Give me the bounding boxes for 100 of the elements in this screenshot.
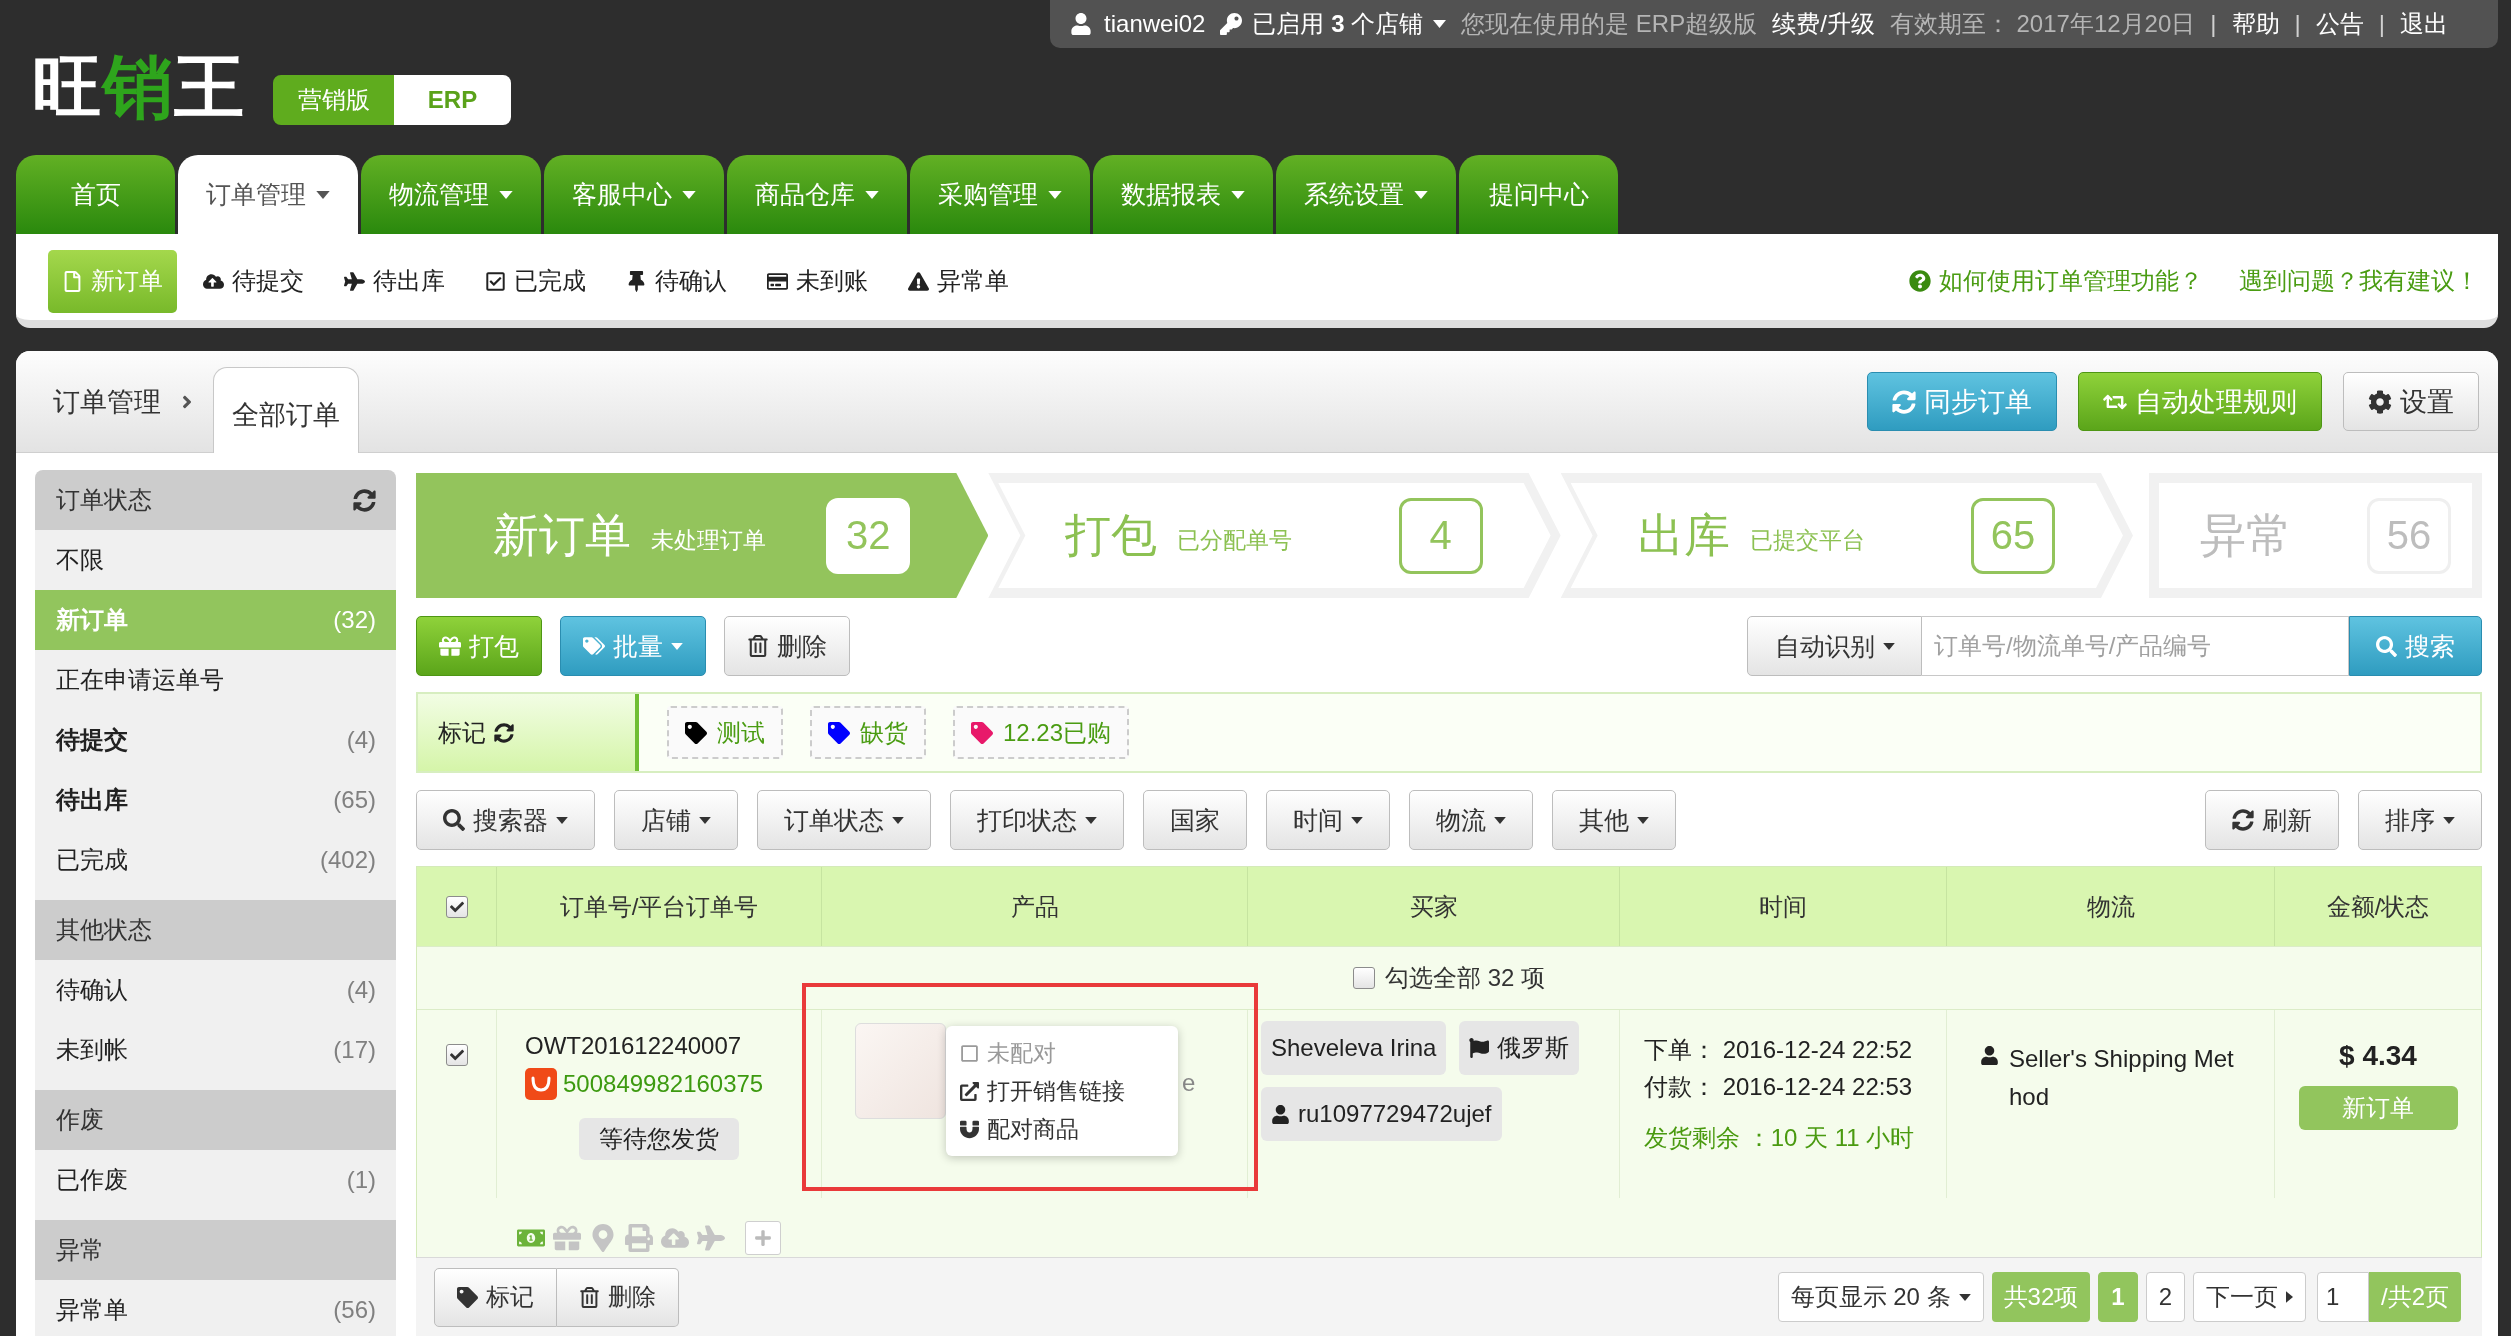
- credit-card-icon: [767, 270, 788, 292]
- filter-dropdown[interactable]: 其他: [1552, 790, 1676, 850]
- sidebar-item[interactable]: 待提交 (4): [35, 710, 396, 770]
- separator: |: [2294, 10, 2301, 38]
- group-title: 异常: [56, 1235, 104, 1265]
- breadcrumb-link[interactable]: 订单管理: [53, 383, 161, 420]
- sidebar-item[interactable]: 已完成 (402): [35, 830, 396, 890]
- caret-icon: [1958, 1293, 1971, 1301]
- sidebar-item[interactable]: 正在申请运单号: [35, 650, 396, 710]
- add-button[interactable]: [745, 1221, 781, 1255]
- separator: |: [2210, 10, 2217, 38]
- sidebar-item[interactable]: 待出库 (65): [35, 770, 396, 830]
- subnav-tab[interactable]: 待提交: [189, 249, 318, 313]
- bulk-action-button[interactable]: 标记: [434, 1267, 557, 1327]
- column-header: 买家: [1409, 891, 1458, 922]
- select-all-label: 勾选全部 32 项: [1385, 963, 1545, 993]
- sidebar-item[interactable]: 已作废 (1): [35, 1150, 396, 1210]
- gift-icon[interactable]: [553, 1224, 581, 1252]
- order-number: OWT201612240007: [525, 1032, 743, 1060]
- step-count: 56: [2367, 497, 2451, 574]
- search-mode-dropdown[interactable]: 自动识别: [1747, 616, 1922, 676]
- next-page-button[interactable]: 下一页: [2193, 1272, 2306, 1322]
- filter-dropdown[interactable]: 国家: [1143, 790, 1247, 850]
- account-info: 您现在使用的是 ERP超级版: [1461, 9, 1758, 39]
- checkbox[interactable]: [1353, 967, 1375, 989]
- column-header: 物流: [2086, 891, 2135, 922]
- refresh-icon[interactable]: [353, 488, 376, 512]
- subnav-tab[interactable]: 异常单: [894, 249, 1023, 313]
- step-subtitle: 未处理订单: [651, 526, 766, 555]
- check-icon: [449, 1048, 464, 1062]
- menu-item[interactable]: 打开销售链接: [960, 1072, 1164, 1110]
- page-input[interactable]: 1: [2317, 1272, 2369, 1322]
- step-title: 异常: [2200, 507, 2292, 563]
- plus-icon: [754, 1229, 772, 1247]
- status-badge: 新订单: [2298, 1086, 2458, 1130]
- subnav-tab[interactable]: 未到账: [753, 249, 882, 313]
- page-number[interactable]: 2: [2145, 1272, 2185, 1322]
- stores-dropdown[interactable]: 已启用 3 个店铺: [1220, 8, 1447, 40]
- filter-dropdown[interactable]: 排序: [2358, 790, 2482, 850]
- caret-right-icon: [2286, 1291, 2293, 1303]
- account-link[interactable]: 续费/升级: [1772, 8, 1875, 40]
- shipping-method: Seller's Shipping Method: [2009, 1044, 2235, 1112]
- step-title: 新订单: [493, 507, 631, 563]
- subnav-tab[interactable]: 待确认: [612, 249, 741, 313]
- filter-dropdown[interactable]: 搜索器: [416, 790, 595, 850]
- order-amount: $ 4.34: [2339, 1040, 2417, 1072]
- account-link[interactable]: 帮助: [2231, 8, 2280, 40]
- filter-dropdown[interactable]: 时间: [1266, 790, 1390, 850]
- user-icon: [1271, 1104, 1290, 1124]
- app-logo: 旺销王: [32, 52, 245, 122]
- tags-icon: [583, 635, 605, 657]
- refresh-icon[interactable]: [494, 722, 514, 743]
- filter-dropdown[interactable]: 店铺: [614, 790, 738, 850]
- payment-time: 付款： 2016-12-24 22:53: [1644, 1072, 1914, 1102]
- buyer-country: 俄罗斯: [1459, 1021, 1580, 1075]
- caret-icon: [1882, 642, 1895, 650]
- user-icon: [1070, 13, 1093, 35]
- printer-icon[interactable]: [625, 1224, 653, 1252]
- key-icon: [1220, 13, 1243, 35]
- sidebar-item[interactable]: 异常单 (56): [35, 1280, 396, 1336]
- page-size-dropdown[interactable]: 每页显示 20 条: [1777, 1272, 1984, 1322]
- column-header: 金额/状态: [2326, 891, 2430, 922]
- buyer-account: ru1097729472ujef: [1261, 1087, 1502, 1141]
- nav-tab[interactable]: 首页: [16, 155, 175, 234]
- document-icon: [62, 270, 83, 292]
- sidebar-item[interactable]: 不限: [35, 530, 396, 590]
- nav-tab[interactable]: 订单管理: [178, 155, 358, 234]
- product-title: e: [1182, 1069, 1196, 1097]
- filter-dropdown[interactable]: 打印状态: [950, 790, 1124, 850]
- menu-item[interactable]: 配对商品: [960, 1110, 1164, 1148]
- step-count: 65: [1971, 497, 2055, 574]
- account-link[interactable]: 退出: [2400, 8, 2448, 40]
- group-title: 作废: [56, 1105, 104, 1135]
- magnet-icon: [960, 1119, 979, 1139]
- filter-dropdown[interactable]: 物流: [1409, 790, 1533, 850]
- filter-dropdown[interactable]: 订单状态: [757, 790, 931, 850]
- subnav-tab[interactable]: 已完成: [471, 249, 600, 313]
- action-button[interactable]: 删除: [724, 616, 850, 676]
- group-title: 订单状态: [56, 485, 152, 515]
- sidebar-item[interactable]: 待确认 (4): [35, 960, 396, 1020]
- filter-dropdown[interactable]: 刷新: [2205, 790, 2339, 850]
- bulk-action-button[interactable]: 删除: [557, 1267, 679, 1327]
- plane-icon[interactable]: [697, 1224, 725, 1252]
- header-action-button[interactable]: 设置: [2343, 372, 2479, 431]
- order-time: 下单： 2016-12-24 22:52: [1644, 1035, 1914, 1065]
- trash-icon: [579, 1286, 600, 1308]
- breadcrumb-tab[interactable]: 全部订单: [213, 367, 359, 453]
- sidebar-item[interactable]: 未到帐 (17): [35, 1020, 396, 1080]
- buyer-name: Sheveleva Irina: [1261, 1021, 1447, 1075]
- checkbox[interactable]: [445, 895, 468, 918]
- checkbox[interactable]: [445, 1044, 468, 1066]
- account-link[interactable]: 公告: [2315, 8, 2364, 40]
- search-icon: [2376, 635, 2397, 657]
- tag-bar-label: 标记: [438, 717, 486, 748]
- subnav-tab[interactable]: 待出库: [330, 249, 459, 313]
- step-title: 出库: [1637, 507, 1730, 563]
- search-field[interactable]: 订单号/物流单号/产品编号: [1922, 616, 2349, 676]
- account-info: 有效期至： 2017年12月20日: [1889, 9, 2196, 39]
- item-count: (1): [346, 1166, 376, 1194]
- item-count: (4): [346, 976, 376, 1004]
